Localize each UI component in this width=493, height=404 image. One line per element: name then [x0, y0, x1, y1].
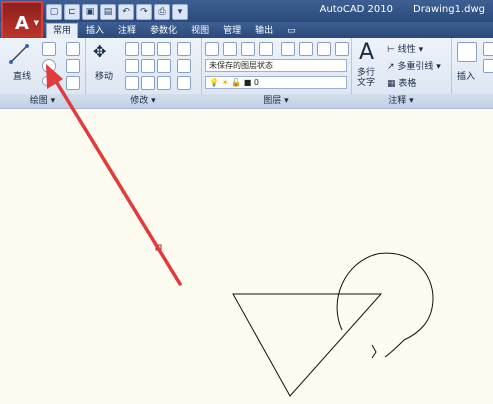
- line-icon[interactable]: [8, 42, 30, 66]
- mtext-label: 多行文字: [357, 68, 376, 88]
- window-title: AutoCAD 2010 Drawing1.dwg: [320, 4, 485, 15]
- layer-icon[interactable]: [317, 42, 331, 56]
- modify-panel: ✥ 移动 修改 ▾: [85, 38, 202, 108]
- line-label: 直线: [13, 72, 32, 82]
- tab-annotate[interactable]: 注释: [112, 24, 142, 38]
- print-icon[interactable]: ⎙: [154, 4, 170, 20]
- linear-dimension-button[interactable]: ⊢ 线性 ▾: [387, 42, 423, 55]
- tab-manage[interactable]: 管理: [217, 24, 247, 38]
- trim-icon[interactable]: [157, 42, 171, 56]
- document-name: Drawing1.dwg: [413, 4, 485, 15]
- move-icon[interactable]: ✥: [93, 42, 106, 61]
- create-block-icon[interactable]: [483, 42, 493, 56]
- new-file-icon[interactable]: ▢: [46, 4, 62, 20]
- quick-access-toolbar: ▢ ⊏ ▣ ▤ ↶ ↷ ⎙ ▾: [46, 4, 188, 20]
- ribbon: 直线 绘图 ▾ ✥ 移动 修改 ▾ 未保存的图层状态 💡 ☀ 🔓 ■ 0 图层 …: [0, 38, 493, 109]
- rotate-icon[interactable]: [141, 42, 155, 56]
- tab-view[interactable]: 视图: [185, 24, 215, 38]
- layer-icon[interactable]: [259, 42, 273, 56]
- layers-panel: 未保存的图层状态 💡 ☀ 🔓 ■ 0 图层 ▾: [201, 38, 352, 108]
- dropdown-icon[interactable]: ▾: [172, 4, 188, 20]
- open-file-icon[interactable]: ⊏: [64, 4, 80, 20]
- current-layer-dropdown[interactable]: 💡 ☀ 🔓 ■ 0: [205, 76, 347, 89]
- color-swatch-icon: ■: [243, 78, 252, 87]
- circle-icon[interactable]: [42, 59, 56, 73]
- save-icon[interactable]: ▣: [82, 4, 98, 20]
- tab-home[interactable]: 常用: [46, 23, 79, 38]
- tab-output[interactable]: 输出: [249, 24, 279, 38]
- layer-icon[interactable]: [335, 42, 349, 56]
- table-button[interactable]: ▦ 表格: [387, 76, 416, 89]
- undo-icon[interactable]: ↶: [118, 4, 134, 20]
- current-layer-name: 0: [253, 78, 259, 87]
- mirror-icon[interactable]: [157, 59, 171, 73]
- mtext-icon[interactable]: A: [359, 40, 374, 65]
- move-label: 移动: [95, 72, 114, 82]
- app-name: AutoCAD 2010: [319, 4, 393, 15]
- copy-icon[interactable]: [125, 42, 139, 56]
- stretch-icon[interactable]: [125, 59, 139, 73]
- annotation-panel: A 多行文字 ⊢ 线性 ▾ ↗ 多重引线 ▾ ▦ 表格 注释 ▾: [351, 38, 452, 108]
- tab-parametric[interactable]: 参数化: [144, 24, 183, 38]
- layer-icon[interactable]: [281, 42, 295, 56]
- insert-block-icon[interactable]: [457, 42, 477, 62]
- tab-insert[interactable]: 插入: [80, 24, 110, 38]
- rectangle-icon[interactable]: [66, 59, 80, 73]
- draw-panel: 直线 绘图 ▾: [0, 38, 86, 108]
- layer-icon[interactable]: [241, 42, 255, 56]
- drawing-canvas[interactable]: [0, 109, 493, 404]
- offset-icon[interactable]: [177, 42, 191, 56]
- block-panel: 插入: [451, 38, 493, 108]
- sun-icon: ☀: [221, 78, 229, 87]
- draw-panel-label[interactable]: 绘图 ▾: [0, 94, 85, 108]
- edit-block-icon[interactable]: [483, 59, 493, 73]
- annotation-panel-label[interactable]: 注释 ▾: [351, 94, 451, 108]
- scale-icon[interactable]: [141, 59, 155, 73]
- layer-state-dropdown[interactable]: 未保存的图层状态: [205, 59, 347, 72]
- fillet-icon[interactable]: [177, 59, 191, 73]
- redo-icon[interactable]: ↷: [136, 4, 152, 20]
- lightbulb-icon: 💡: [209, 78, 219, 87]
- erase-icon[interactable]: [125, 76, 139, 90]
- ribbon-tabs: 常用 插入 注释 参数化 视图 管理 输出 ▭: [46, 22, 302, 38]
- chamfer-icon[interactable]: [177, 76, 191, 90]
- ellipse-icon[interactable]: [42, 76, 56, 86]
- layer-icon[interactable]: [223, 42, 237, 56]
- tab-more-icon[interactable]: ▭: [281, 24, 302, 38]
- layer-icon[interactable]: [299, 42, 313, 56]
- hatch-icon[interactable]: [66, 76, 80, 90]
- arc-icon[interactable]: [66, 42, 80, 56]
- insert-label: 插入: [457, 72, 476, 82]
- lock-icon: 🔓: [231, 78, 242, 87]
- multileader-button[interactable]: ↗ 多重引线 ▾: [387, 59, 441, 72]
- layers-panel-label[interactable]: 图层 ▾: [201, 94, 351, 108]
- polyline-icon[interactable]: [42, 42, 56, 56]
- modify-panel-label[interactable]: 修改 ▾: [85, 94, 201, 108]
- array-icon[interactable]: [157, 76, 171, 90]
- explode-icon[interactable]: [141, 76, 155, 90]
- block-panel-label: [451, 94, 493, 108]
- layer-properties-icon[interactable]: [205, 42, 219, 56]
- save-as-icon[interactable]: ▤: [100, 4, 116, 20]
